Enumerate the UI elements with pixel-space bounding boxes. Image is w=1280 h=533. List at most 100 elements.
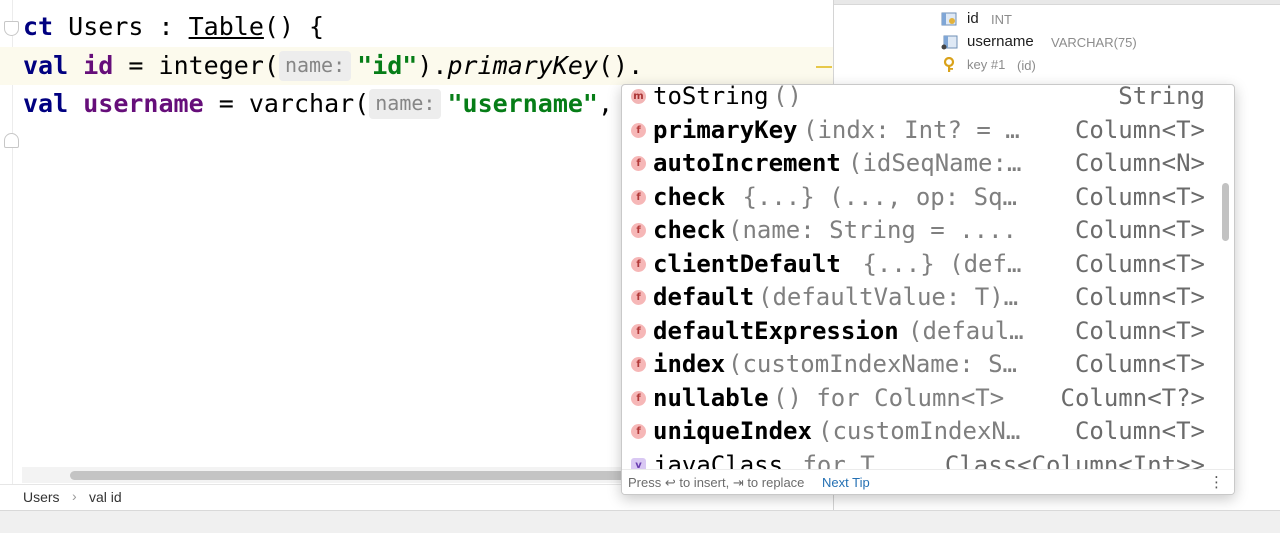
more-options-icon[interactable]: ⋮ <box>1209 473 1224 491</box>
keyword: val <box>23 89 69 118</box>
completion-item-name: index <box>653 350 726 378</box>
completion-item-signature: (customIndexName: S… <box>728 350 1017 378</box>
fold-marker-icon[interactable] <box>4 21 19 36</box>
completion-scrollbar-thumb[interactable] <box>1222 183 1229 241</box>
function-icon: f <box>631 223 646 238</box>
code-text: (). <box>598 51 644 80</box>
completion-item-type: Column<T?> <box>1060 383 1206 412</box>
completion-item[interactable]: f index (customIndexName: S… Column<T> <box>622 348 1234 381</box>
code-line-1[interactable]: ct Users : Table() { <box>23 8 324 46</box>
completion-footer: Press ↩ to insert, ⇥ to replace Next Tip… <box>622 469 1234 494</box>
status-bar <box>0 510 1280 533</box>
fold-end-marker-icon[interactable] <box>4 133 19 148</box>
function-icon: f <box>631 122 646 138</box>
completion-item-type: Column<T> <box>1074 216 1205 244</box>
completion-item-name: autoIncrement <box>653 149 841 177</box>
completion-item[interactable]: f primaryKey (indx: Int? = … Column<T> <box>622 114 1234 147</box>
function-call: varchar( <box>248 89 370 118</box>
completion-item[interactable]: f autoIncrement (idSeqName:… Column<N> <box>622 147 1234 180</box>
tree-row-key[interactable]: key #1 (id) <box>941 54 1241 76</box>
completion-item-type: Column<T> <box>1074 316 1205 345</box>
key-column-icon <box>941 12 957 26</box>
completion-item-signature: {...} (..., op: Sq… <box>728 182 1017 211</box>
property-name: id <box>83 51 114 80</box>
code-line-2-current[interactable]: val id = integer(name: "id").primaryKey()… <box>0 47 833 85</box>
next-tip-link[interactable]: Next Tip <box>822 475 870 490</box>
completion-item-name: toString <box>653 85 769 110</box>
colon: : <box>158 12 174 41</box>
function-icon: f <box>631 390 646 406</box>
completion-item[interactable]: f check {...} (..., op: Sq… Column<T> <box>622 181 1234 214</box>
completion-item-signature: (name: String = .... <box>728 216 1017 244</box>
completion-item-name: check <box>653 216 726 244</box>
column-name: username <box>967 33 1034 50</box>
completion-item-signature: (idSeqName:… <box>848 149 1022 177</box>
completion-item-name: nullable <box>653 383 769 412</box>
function-icon: f <box>631 156 646 171</box>
method-call: primaryKey <box>447 51 598 80</box>
breadcrumb-item-users[interactable]: Users <box>23 489 60 505</box>
completion-item[interactable]: f defaultExpression (defaul… Column<T> <box>622 315 1234 348</box>
completion-item-name: primaryKey <box>653 115 798 144</box>
tree-row-column-username[interactable]: username VARCHAR(75) <box>941 31 1271 53</box>
function-icon: f <box>631 256 646 272</box>
string-literal: "id" <box>357 51 418 80</box>
completion-item[interactable]: f nullable() for Column<T> Column<T?> <box>622 382 1234 415</box>
class-name: Users <box>68 12 144 41</box>
column-type: VARCHAR(75) <box>1051 35 1137 50</box>
operator: = <box>218 89 234 118</box>
completion-item-type: Class<Column<Int>> <box>944 450 1205 470</box>
horizontal-scrollbar-thumb[interactable] <box>70 471 630 480</box>
code-text: , <box>597 89 614 118</box>
breadcrumb-separator-icon: › <box>72 488 77 504</box>
completion-item-name: clientDefault <box>653 249 841 278</box>
code-text: ). <box>417 51 448 80</box>
keyword: val <box>23 51 69 80</box>
function-icon: f <box>631 424 646 439</box>
completion-item-signature: (customIndexN… <box>818 417 1021 445</box>
completion-item-name: check <box>653 182 726 211</box>
completion-item-signature: () <box>773 85 802 110</box>
completion-item-type: Column<T> <box>1074 350 1205 378</box>
string-literal: "username" <box>447 89 598 118</box>
code-completion-popup[interactable]: m toString() String f primaryKey (indx: Int? … <box>621 84 1235 495</box>
panel-header-strip <box>834 0 1280 5</box>
completion-item-name: javaClass <box>653 450 784 470</box>
completion-item-type: Column<T> <box>1074 249 1205 278</box>
completion-item-type: Column<N> <box>1074 149 1205 177</box>
completion-item[interactable]: m toString() String <box>622 85 1234 113</box>
operator: = <box>128 51 144 80</box>
completion-item[interactable]: f clientDefault {...} (def… Column<T> <box>622 248 1234 281</box>
variable-icon: v <box>631 457 646 469</box>
property-name: username <box>83 89 204 118</box>
caret-marker <box>816 66 832 68</box>
column-type: INT <box>991 12 1012 27</box>
insert-replace-hint: Press ↩ to insert, ⇥ to replace <box>628 475 805 490</box>
completion-item-signature: (indx: Int? = … <box>803 115 1020 144</box>
keyword: ct <box>23 12 54 41</box>
parameter-hint: name: <box>278 51 352 81</box>
code-line-3[interactable]: val username = varchar(name: "username", <box>23 85 613 123</box>
completion-item-signature: for T <box>788 450 875 470</box>
completion-list[interactable]: m toString() String f primaryKey (indx: Int? … <box>622 85 1234 469</box>
completion-item-name: uniqueIndex <box>653 417 812 445</box>
function-icon: f <box>631 290 646 305</box>
completion-item-type: String <box>1118 85 1205 110</box>
method-icon: m <box>631 89 646 104</box>
completion-item[interactable]: v javaClass for T Class<Column<Int>> <box>622 449 1234 470</box>
key-columns: (id) <box>1017 58 1036 73</box>
completion-item-type: Column<T> <box>1074 417 1205 445</box>
column-icon <box>941 35 958 50</box>
base-class[interactable]: Table <box>189 12 264 41</box>
completion-item-signature: () for Column<T> <box>773 383 1005 412</box>
completion-item-signature: {...} (def… <box>848 249 1022 278</box>
completion-item[interactable]: f check (name: String = .... Column<T> <box>622 214 1234 247</box>
column-name: id <box>967 10 979 27</box>
breadcrumb-item-val-id[interactable]: val id <box>89 489 122 505</box>
tree-row-column-id[interactable]: id INT <box>941 8 1241 30</box>
completion-item-name: defaultExpression <box>653 316 899 345</box>
function-call: integer( <box>158 51 279 80</box>
completion-item[interactable]: f default (defaultValue: T)… Column<T> <box>622 281 1234 314</box>
completion-item[interactable]: f uniqueIndex (customIndexN… Column<T> <box>622 415 1234 448</box>
parameter-hint: name: <box>369 89 442 119</box>
